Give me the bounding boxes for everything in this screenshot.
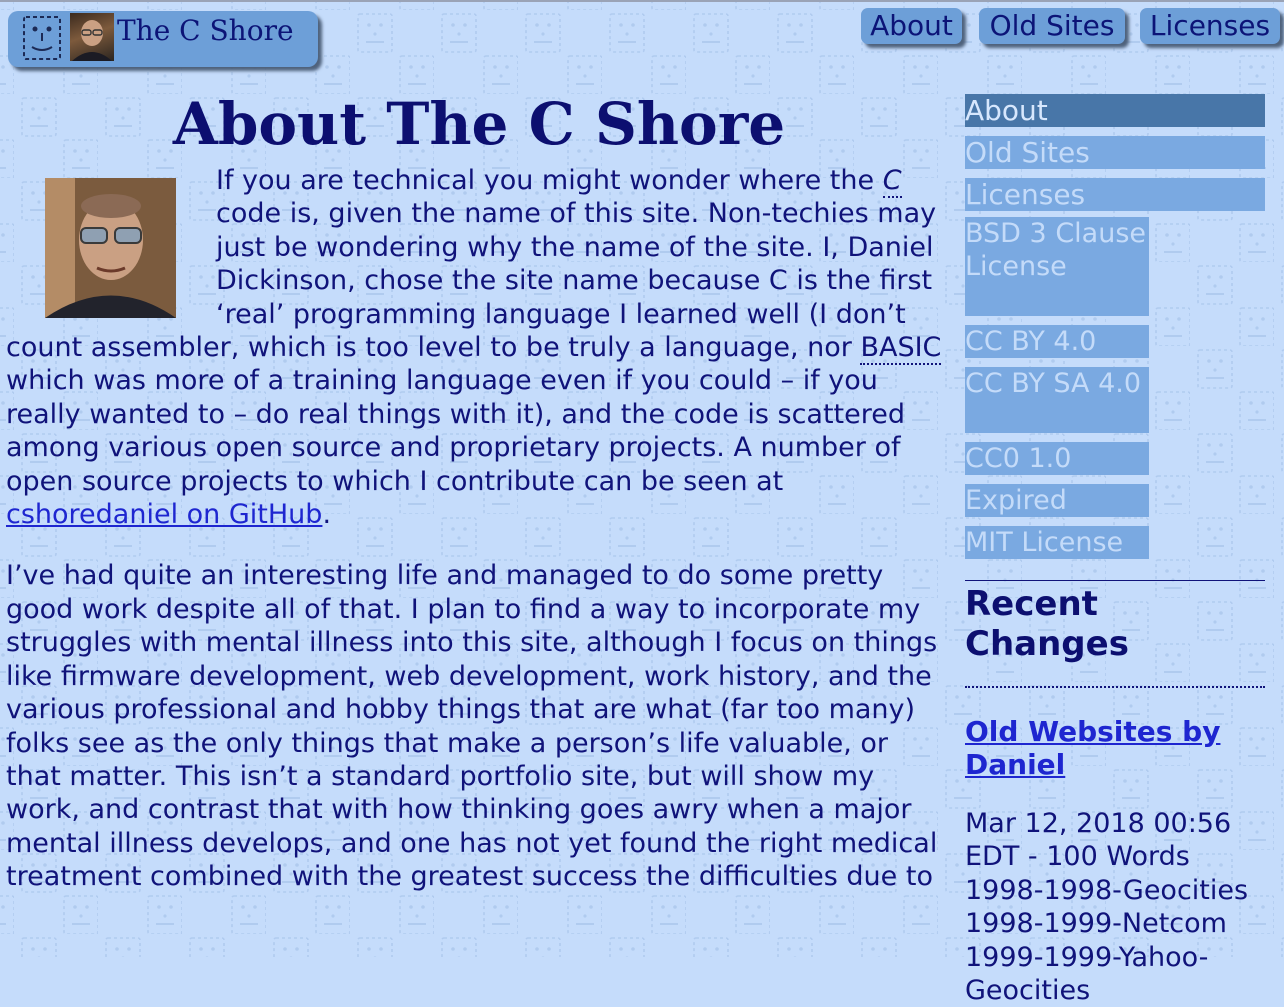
sidebar-item-old-sites[interactable]: Old Sites (965, 136, 1265, 169)
sidebar-item-cc0[interactable]: CC0 1.0 (965, 442, 1149, 475)
page-title: About The C Shore (172, 90, 786, 158)
recent-change-link[interactable]: Old Websites by Daniel (965, 715, 1265, 781)
recent-change-description: Mar 12, 2018 00:56 EDT - 100 Words 1998-… (965, 808, 1249, 1007)
recent-changes-heading: Recent Changes (965, 584, 1129, 664)
sidebar-item-cc-by-sa[interactable]: CC BY SA 4.0 (965, 367, 1149, 433)
sidebar-item-about[interactable]: About (965, 94, 1265, 127)
c-abbreviation: C (882, 165, 902, 198)
basic-abbreviation: BASIC (860, 332, 942, 366)
license-submenu: BSD 3 Clause License CC BY 4.0 CC BY SA … (965, 217, 1265, 559)
nav-old-sites-button[interactable]: Old Sites (979, 8, 1125, 44)
sidebar-item-expired[interactable]: Expired (965, 484, 1149, 517)
github-link[interactable]: cshoredaniel on GitHub (6, 499, 322, 530)
portrait-photo-graphic (45, 178, 176, 318)
intro-text-1: If you are technical you might wonder wh… (216, 165, 883, 196)
sidebar-item-cc-by[interactable]: CC BY 4.0 (965, 325, 1149, 358)
nav-about-button[interactable]: About (861, 8, 962, 44)
sidebar-item-licenses[interactable]: Licenses (965, 178, 1265, 211)
top-border (0, 0, 1284, 2)
top-navigation: About Old Sites Licenses (0, 8, 1284, 48)
intro-text-3: which was more of a training language ev… (6, 365, 906, 497)
intro-text-4: . (322, 499, 332, 531)
life-paragraph: I’ve had quite an interesting life and m… (6, 560, 938, 893)
sidebar-item-bsd-3-clause[interactable]: BSD 3 Clause License (965, 217, 1149, 316)
sidebar-item-mit[interactable]: MIT License (965, 526, 1149, 559)
author-portrait (45, 178, 176, 318)
recent-changes-divider (965, 686, 1265, 688)
sidebar: About Old Sites Licenses BSD 3 Clause Li… (965, 94, 1265, 1007)
nav-licenses-button[interactable]: Licenses (1140, 8, 1280, 44)
main-content: About The C Shore If you are technical y… (6, 84, 946, 894)
intro-paragraph: If you are technical you might wonder wh… (6, 164, 946, 531)
